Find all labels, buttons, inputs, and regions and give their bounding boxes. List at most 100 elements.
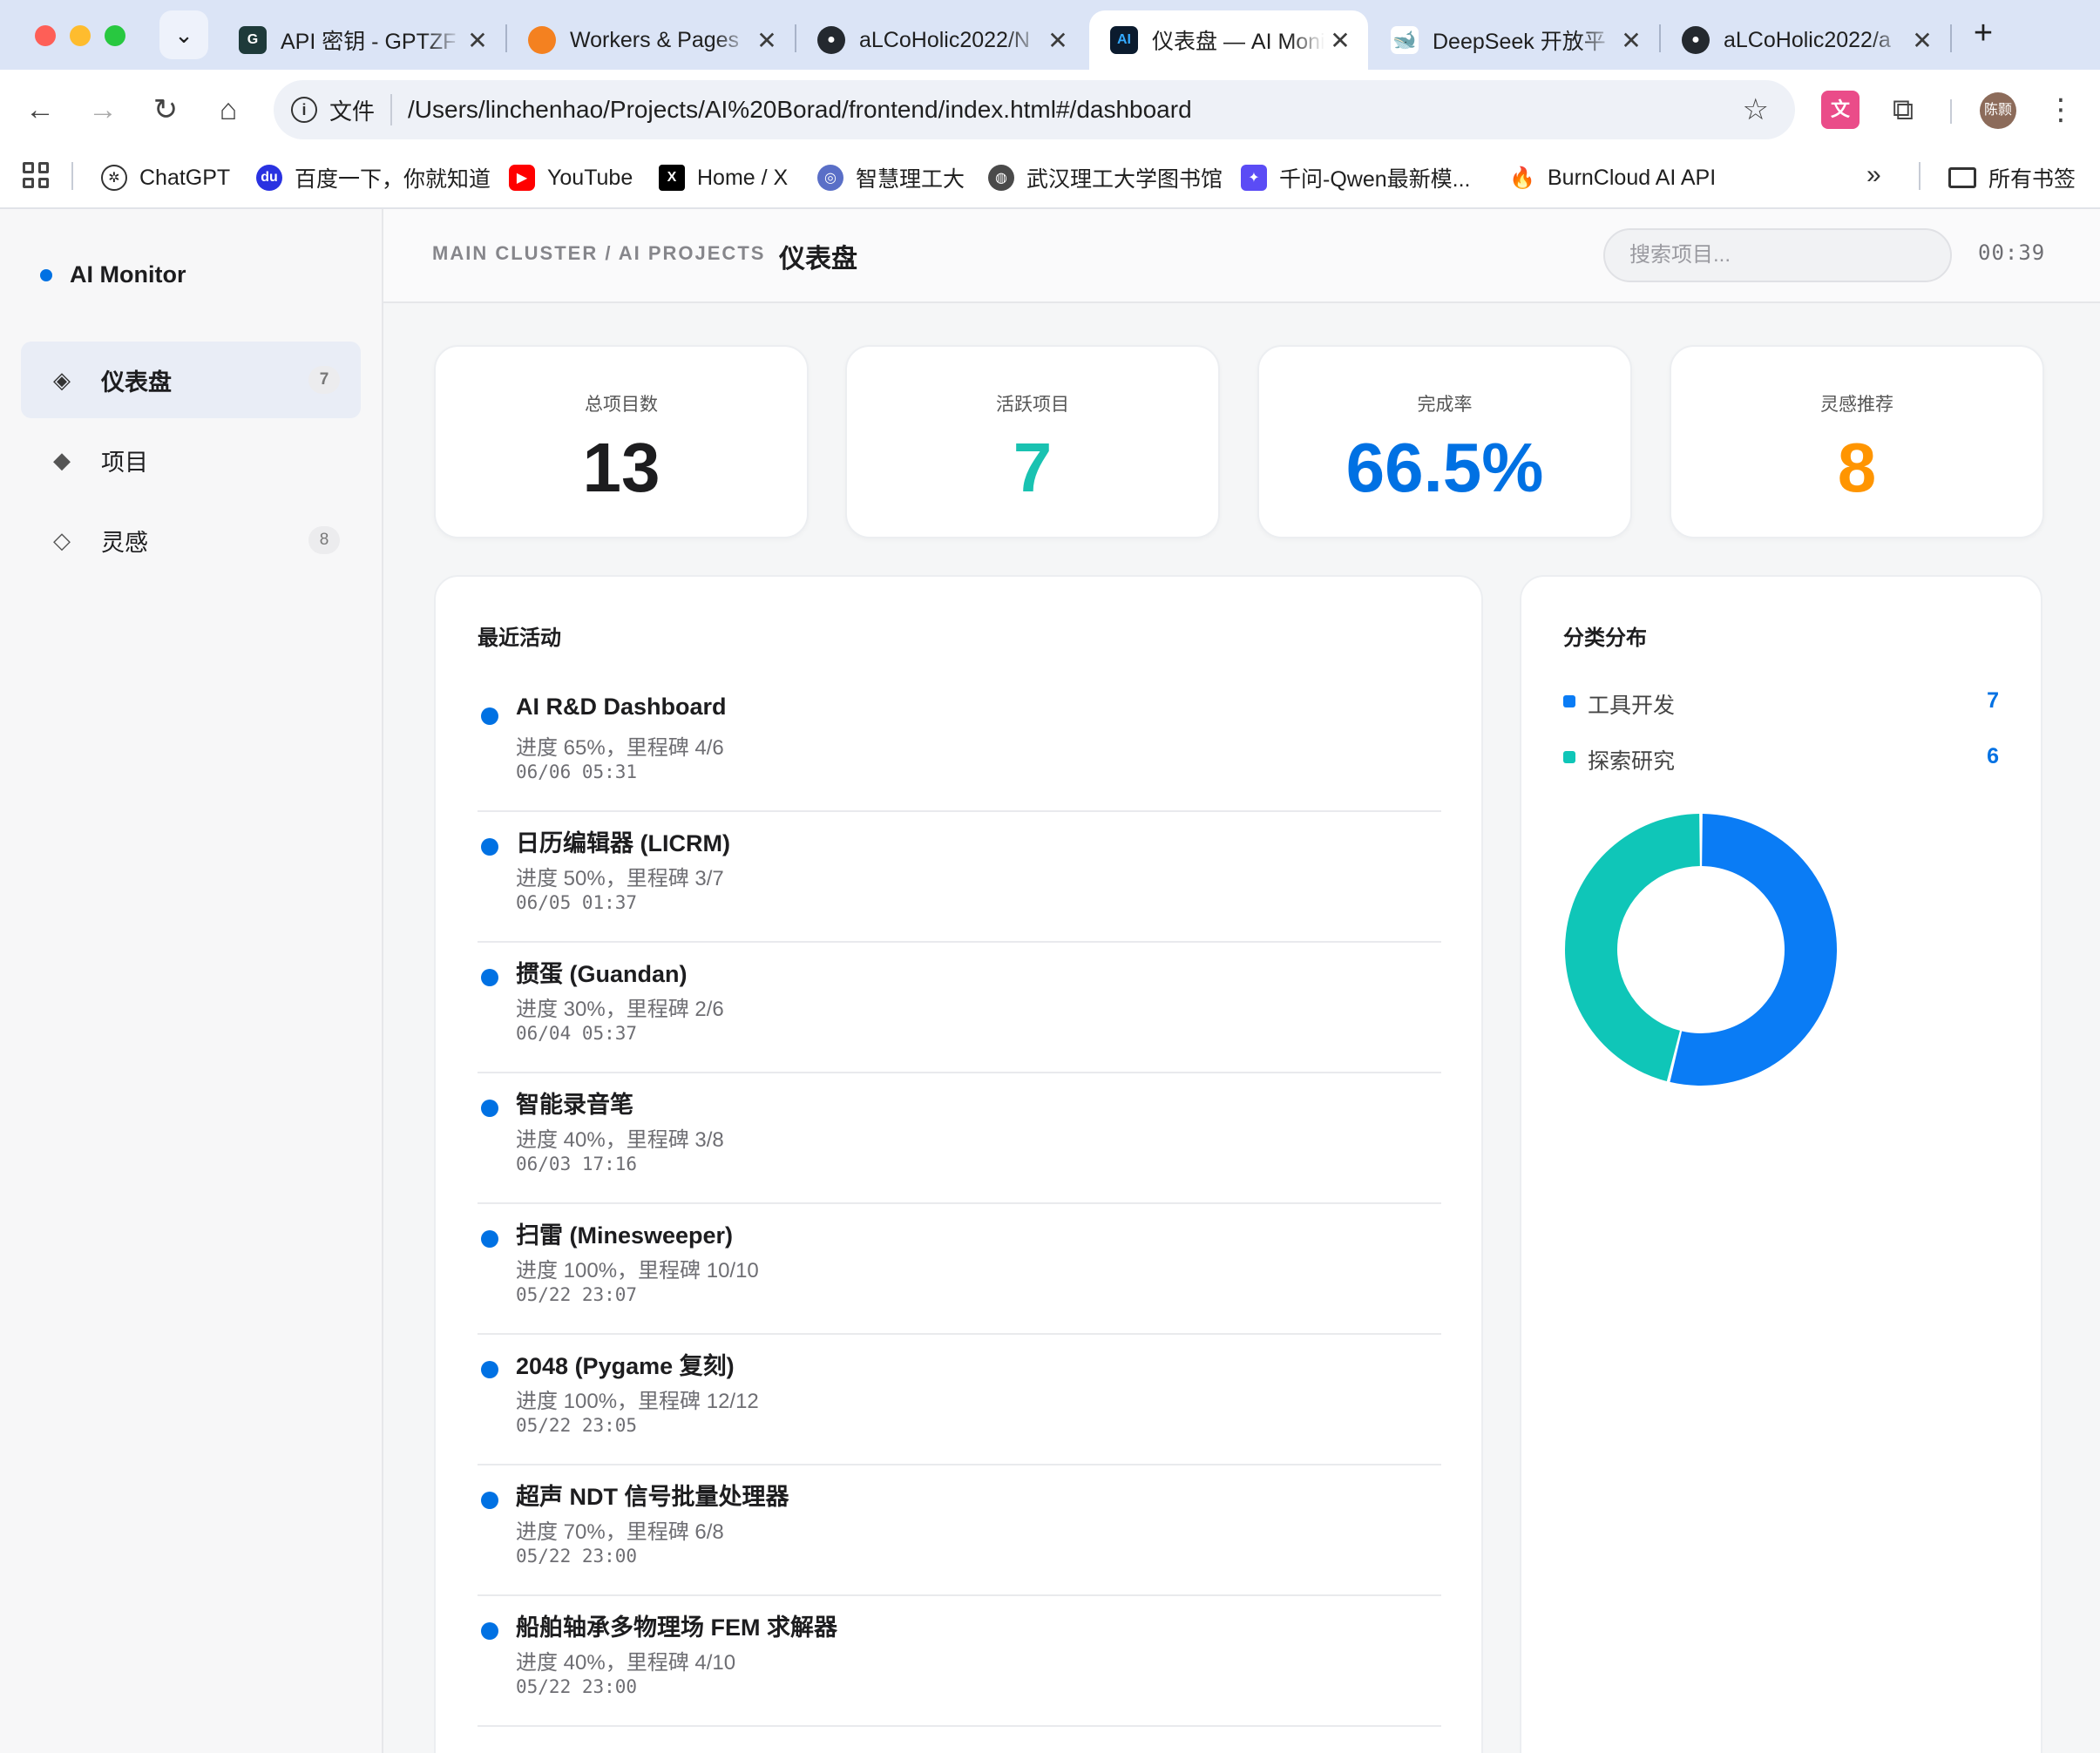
tab-close-icon[interactable]: ✕	[751, 26, 782, 55]
list-item[interactable]: 智能录音笔 进度 40%，里程碑 3/8 06/03 17:16	[478, 1073, 1441, 1204]
legend-item: 探索研究 6	[1563, 741, 1999, 775]
recent-activity-panel: 最近活动 AI R&D Dashboard 进度 65%，里程碑 4/6 06/06…	[434, 575, 1483, 1753]
browser-tab-active[interactable]: AI 仪表盘 — AI Moni ✕	[1089, 10, 1368, 70]
activity-progress: 进度 100%，里程碑 12/12	[516, 1390, 759, 1413]
bookmark-label: Home / X	[697, 165, 789, 190]
sidebar-item-dashboard[interactable]: ◈ 仪表盘 7	[21, 342, 361, 418]
bookmark-whut-smart[interactable]: ◎ 智慧理工大	[817, 160, 965, 195]
globe-icon: ◍	[988, 165, 1014, 191]
stat-label: 完成率	[1417, 395, 1473, 415]
qwen-icon: ✦	[1241, 165, 1267, 191]
window-maximize-button[interactable]	[105, 25, 125, 46]
translate-extension-icon[interactable]: 文	[1821, 91, 1860, 129]
tab-close-icon[interactable]: ✕	[1907, 26, 1938, 55]
tab-title: aLCoHolic2022/a	[1724, 27, 1891, 52]
x-logo-icon: X	[659, 165, 685, 191]
stat-label: 活跃项目	[996, 395, 1069, 415]
bookmark-label: 百度一下，你就知道	[295, 167, 491, 192]
activity-time: 05/22 23:00	[516, 1676, 638, 1697]
brand[interactable]: AI Monitor	[40, 261, 186, 288]
deepseek-icon: 🐋	[1391, 26, 1419, 54]
url-text[interactable]: /Users/linchenhao/Projects/AI%20Borad/fr…	[408, 96, 1743, 124]
legend-label: 探索研究	[1588, 749, 1676, 774]
new-tab-icon[interactable]: +	[1964, 14, 2002, 52]
count-badge: 8	[308, 526, 340, 554]
status-dot-icon	[481, 1492, 498, 1509]
activity-time: 06/04 05:37	[516, 1023, 638, 1044]
toolbar-divider	[1950, 99, 1952, 124]
search-input[interactable]	[1603, 228, 1952, 282]
bookmark-x[interactable]: X Home / X	[659, 160, 788, 195]
profile-avatar[interactable]: 陈颢	[1980, 92, 2016, 129]
stat-card-total: 总项目数 13	[434, 345, 809, 538]
reload-icon[interactable]: ↻	[145, 89, 186, 131]
list-item[interactable]: 超声 NDT 信号批量处理器 进度 70%，里程碑 6/8 05/22 23:00	[478, 1465, 1441, 1596]
stat-card-active: 活跃项目 7	[845, 345, 1220, 538]
list-item[interactable]: AI R&D Dashboard 进度 65%，里程碑 4/6 06/06 05:3…	[478, 681, 1441, 812]
chevron-down-icon: ⌄	[174, 21, 193, 48]
extensions-puzzle-icon[interactable]: ⧉	[1884, 91, 1922, 129]
sidebar-item-projects[interactable]: ◆ 项目	[21, 422, 361, 498]
window-close-button[interactable]	[35, 25, 56, 46]
list-item[interactable]: 扫雷 (Minesweeper) 进度 100%，里程碑 10/10 05/22 2…	[478, 1204, 1441, 1335]
browser-tab[interactable]: ● aLCoHolic2022/N ✕	[796, 10, 1086, 70]
browser-tab[interactable]: Workers & Pages ✕	[507, 10, 795, 70]
diamond-dot-icon: ◈	[53, 366, 71, 393]
activity-title: 船舶轴承多物理场 FEM 求解器	[516, 1614, 837, 1641]
apps-grid-icon[interactable]	[23, 162, 49, 188]
bookmark-chatgpt[interactable]: ✲ ChatGPT	[101, 160, 230, 195]
bookmark-youtube[interactable]: ▶ YouTube	[509, 160, 633, 195]
baidu-paw-icon: du	[256, 165, 282, 191]
bookmark-star-icon[interactable]: ☆	[1743, 92, 1769, 127]
category-distribution-panel: 分类分布 工具开发 7 探索研究 6	[1520, 575, 2042, 1753]
bookmark-label: 武汉理工大学图书馆	[1026, 167, 1223, 192]
url-scheme-label: 文件	[329, 98, 376, 125]
status-dot-icon	[481, 1100, 498, 1117]
info-icon[interactable]: i	[291, 97, 317, 123]
chevron-double-right-icon[interactable]: »	[1866, 160, 1881, 190]
activity-title: 智能录音笔	[516, 1092, 633, 1118]
list-item[interactable]: 船舶轴承多物理场 FEM 求解器 进度 40%，里程碑 4/10 05/22 23:…	[478, 1596, 1441, 1727]
activity-time: 05/22 23:00	[516, 1546, 638, 1567]
tab-close-icon[interactable]: ✕	[1042, 26, 1074, 55]
stat-value: 66.5%	[1345, 429, 1544, 506]
stat-card-inspiration: 灵感推荐 8	[1670, 345, 2044, 538]
address-bar[interactable]: i 文件 /Users/linchenhao/Projects/AI%20Bor…	[274, 80, 1795, 139]
activity-progress: 进度 30%，里程碑 2/6	[516, 998, 724, 1021]
bookmark-qwen[interactable]: ✦ 千问-Qwen最新模...	[1241, 160, 1470, 195]
tab-search-button[interactable]: ⌄	[159, 10, 208, 59]
browser-tab[interactable]: ● aLCoHolic2022/a ✕	[1661, 10, 1950, 70]
activity-title: 超声 NDT 信号批量处理器	[516, 1484, 789, 1510]
browser-toolbar: ← → ↻ ⌂ i 文件 /Users/linchenhao/Projects/…	[0, 70, 2100, 150]
bookmark-baidu[interactable]: du 百度一下，你就知道	[256, 160, 491, 195]
activity-progress: 进度 40%，里程碑 3/8	[516, 1128, 724, 1152]
clock: 00:39	[1978, 240, 2046, 265]
panel-title: 分类分布	[1563, 626, 1647, 650]
home-icon[interactable]: ⌂	[207, 89, 249, 131]
window-minimize-button[interactable]	[70, 25, 91, 46]
browser-tab[interactable]: G API 密钥 - GPTZF ✕	[218, 10, 505, 70]
activity-title: 日历编辑器 (LICRM)	[516, 830, 730, 856]
activity-title: 2048 (Pygame 复刻)	[516, 1353, 735, 1379]
list-item[interactable]: 2048 (Pygame 复刻) 进度 100%，里程碑 12/12 05/22 2…	[478, 1335, 1441, 1465]
top-header: MAIN CLUSTER / AI PROJECTS 仪表盘 00:39	[383, 209, 2100, 303]
list-item[interactable]: 掼蛋 (Guandan) 进度 30%，里程碑 2/6 06/04 05:37	[478, 943, 1441, 1073]
legend-swatch	[1563, 695, 1575, 707]
status-dot-icon	[481, 1361, 498, 1378]
tab-close-icon[interactable]: ✕	[462, 26, 493, 55]
activity-list: AI R&D Dashboard 进度 65%，里程碑 4/6 06/06 05:3…	[478, 681, 1441, 1727]
browser-tab[interactable]: 🐋 DeepSeek 开放平 ✕	[1370, 10, 1659, 70]
sidebar-item-inspiration[interactable]: ◇ 灵感 8	[21, 502, 361, 579]
back-arrow-icon[interactable]: ←	[19, 89, 61, 131]
bookmark-whut-library[interactable]: ◍ 武汉理工大学图书馆	[988, 160, 1223, 195]
more-menu-icon[interactable]: ⋮	[2046, 89, 2076, 131]
omnibox-divider	[390, 94, 393, 125]
forward-arrow-icon[interactable]: →	[82, 89, 124, 131]
donut-chart	[1565, 814, 1837, 1086]
bookmark-burncloud[interactable]: 🔥 BurnCloud AI API	[1509, 160, 1716, 195]
list-item[interactable]: 日历编辑器 (LICRM) 进度 50%，里程碑 3/7 06/05 01:37	[478, 812, 1441, 943]
all-bookmarks-button[interactable]: 所有书签	[1948, 160, 2076, 195]
tab-close-icon[interactable]: ✕	[1324, 26, 1356, 55]
ai-icon: AI	[1110, 26, 1138, 54]
tab-close-icon[interactable]: ✕	[1616, 26, 1647, 55]
